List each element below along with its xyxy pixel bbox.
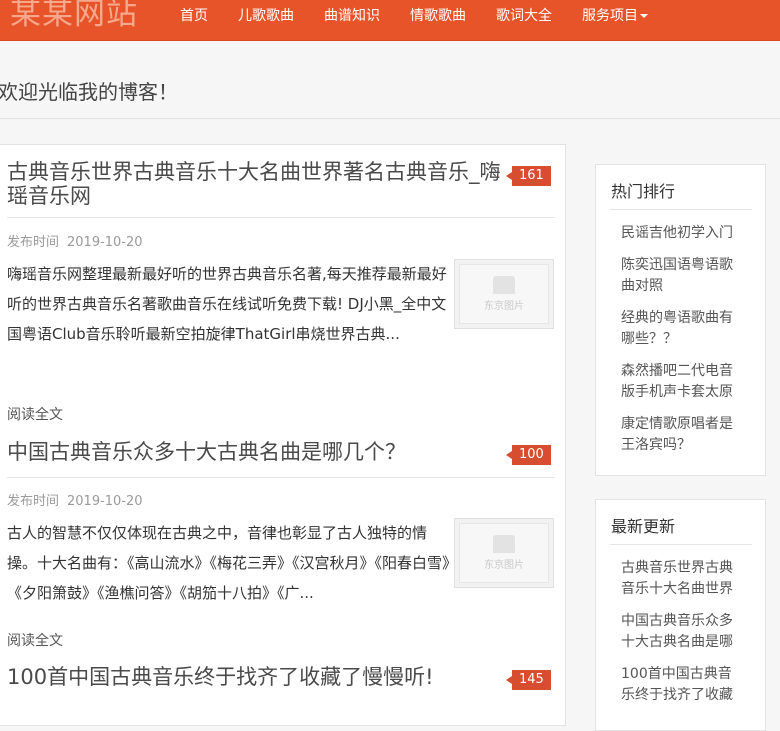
article-item: 100首中国古典音乐终于找齐了收藏了慢慢听! 145	[7, 665, 555, 725]
article-meta: 发布时间 2019-10-20	[7, 490, 143, 509]
publish-label: 发布时间	[7, 494, 60, 509]
read-more-link[interactable]: 阅读全文	[7, 404, 63, 424]
hot-link[interactable]: 民谣吉他初学入门	[621, 223, 739, 244]
article-item: 中国古典音乐众多十大古典名曲是哪几个？ 100 发布时间 2019-10-20 古…	[7, 440, 555, 660]
article-title[interactable]: 中国古典音乐众多十大古典名曲是哪几个？	[7, 440, 487, 464]
article-title[interactable]: 古典音乐世界古典音乐十大名曲世界著名古典音乐_嗨瑶音乐网	[7, 160, 502, 208]
nav-item-home[interactable]: 首页	[180, 0, 208, 34]
top-navbar: 某某网站 首页 儿歌歌曲 曲谱知识 情歌歌曲 歌词大全 服务项目	[0, 0, 780, 41]
nav-item-services[interactable]: 服务项目	[582, 0, 648, 34]
latest-link[interactable]: 中国古典音乐众多十大古典名曲是哪	[621, 611, 739, 653]
view-count-badge: 145	[506, 670, 551, 690]
image-placeholder-icon	[493, 535, 515, 553]
article-item: 古典音乐世界古典音乐十大名曲世界著名古典音乐_嗨瑶音乐网 161 发布时间 201…	[7, 160, 555, 423]
thumbnail-label: 东京图片	[484, 560, 524, 571]
thumbnail-label: 东京图片	[484, 301, 524, 312]
panel-title: 热门排行	[611, 182, 676, 201]
article-summary: 嗨瑶音乐网整理最新最好听的世界古典音乐名著,每天推荐最新最好听的世界古典音乐名著…	[7, 265, 447, 343]
placeholder-image: 东京图片	[459, 523, 549, 583]
placeholder-image: 东京图片	[459, 264, 549, 324]
nav-item-love-songs[interactable]: 情歌歌曲	[410, 0, 466, 34]
article-summary: 古人的智慧不仅仅体现在古典之中，音律也彰显了古人独特的情操。十大名曲有：《高山流…	[7, 524, 450, 602]
publish-date: 2019-10-20	[67, 494, 143, 509]
article-meta: 发布时间 2019-10-20	[7, 231, 143, 250]
divider	[610, 209, 752, 210]
chevron-down-icon	[640, 14, 648, 18]
nav-item-children-songs[interactable]: 儿歌歌曲	[238, 0, 294, 34]
hot-ranking-panel: 热门排行 民谣吉他初学入门 陈奕迅国语粤语歌曲对照 经典的粤语歌曲有哪些？？ 森…	[595, 164, 766, 476]
article-list: 古典音乐世界古典音乐十大名曲世界著名古典音乐_嗨瑶音乐网 161 发布时间 201…	[0, 144, 566, 726]
hot-link[interactable]: 康定情歌原唱者是王洛宾吗？	[621, 414, 739, 456]
nav-item-sheet-music[interactable]: 曲谱知识	[324, 0, 380, 34]
divider	[7, 477, 555, 478]
view-count-badge: 100	[506, 445, 551, 465]
article-title[interactable]: 100首中国古典音乐终于找齐了收藏了慢慢听!	[7, 665, 487, 689]
publish-label: 发布时间	[7, 235, 60, 250]
article-thumbnail[interactable]: 东京图片	[454, 259, 554, 329]
hot-link[interactable]: 森然播吧二代电音版手机声卡套太原	[621, 361, 739, 403]
site-logo[interactable]: 某某网站	[10, 0, 138, 34]
article-thumbnail[interactable]: 东京图片	[454, 518, 554, 588]
nav-item-lyrics[interactable]: 歌词大全	[496, 0, 552, 34]
latest-list: 古典音乐世界古典音乐十大名曲世界 中国古典音乐众多十大古典名曲是哪 100首中国…	[621, 558, 739, 717]
hot-link[interactable]: 经典的粤语歌曲有哪些？？	[621, 308, 739, 350]
latest-updates-panel: 最新更新 古典音乐世界古典音乐十大名曲世界 中国古典音乐众多十大古典名曲是哪 1…	[595, 499, 766, 731]
divider	[610, 544, 752, 545]
hot-link[interactable]: 陈奕迅国语粤语歌曲对照	[621, 255, 739, 297]
publish-date: 2019-10-20	[67, 235, 143, 250]
nav-item-services-label: 服务项目	[582, 8, 638, 24]
divider	[7, 217, 555, 218]
read-more-link[interactable]: 阅读全文	[7, 630, 63, 650]
image-placeholder-icon	[493, 276, 515, 294]
welcome-text: 欢迎光临我的博客！	[0, 80, 178, 104]
hot-list: 民谣吉他初学入门 陈奕迅国语粤语歌曲对照 经典的粤语歌曲有哪些？？ 森然播吧二代…	[621, 223, 739, 467]
panel-title: 最新更新	[611, 517, 676, 536]
latest-link[interactable]: 古典音乐世界古典音乐十大名曲世界	[621, 558, 739, 600]
view-count-badge: 161	[506, 166, 551, 186]
